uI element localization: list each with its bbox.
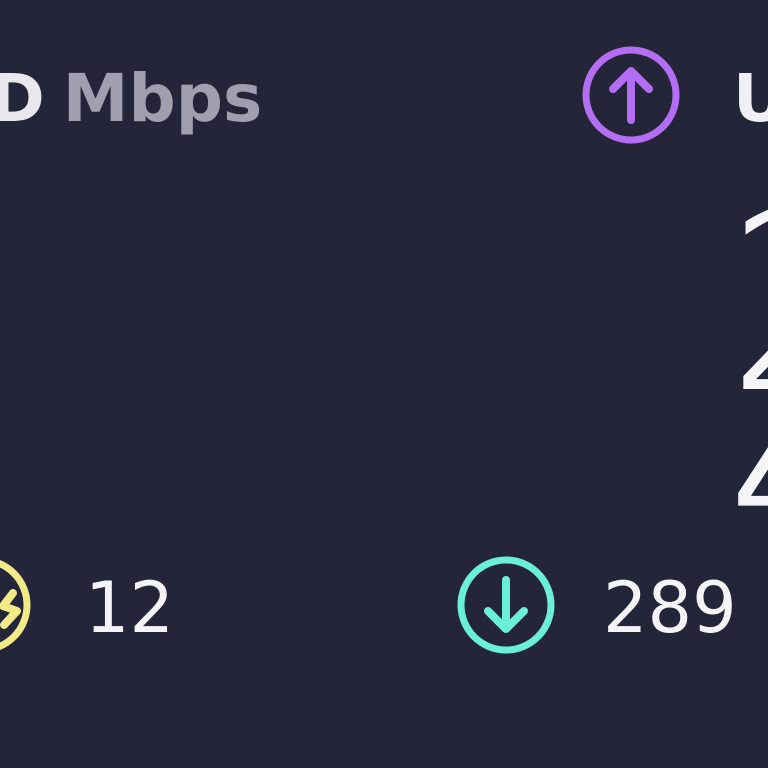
download-secondary-value: 289	[603, 567, 737, 649]
ping-icon	[0, 559, 31, 651]
speed-test-screen: DMbps U 2 4 12 289	[0, 0, 768, 768]
upload-speed-value: 2 4	[726, 178, 768, 593]
download-label-fragment: D	[0, 60, 45, 137]
upload-label: U	[733, 60, 768, 137]
upload-value-line-1: 2	[726, 178, 768, 428]
upload-arrow-circle-icon	[582, 46, 680, 144]
download-unit: Mbps	[62, 60, 263, 137]
download-speed-header: D Mbps	[0, 66, 262, 132]
download-arrow-circle-icon	[457, 556, 555, 654]
upload-value-line-2: 4	[726, 343, 768, 593]
ping-value: 12	[85, 567, 175, 649]
